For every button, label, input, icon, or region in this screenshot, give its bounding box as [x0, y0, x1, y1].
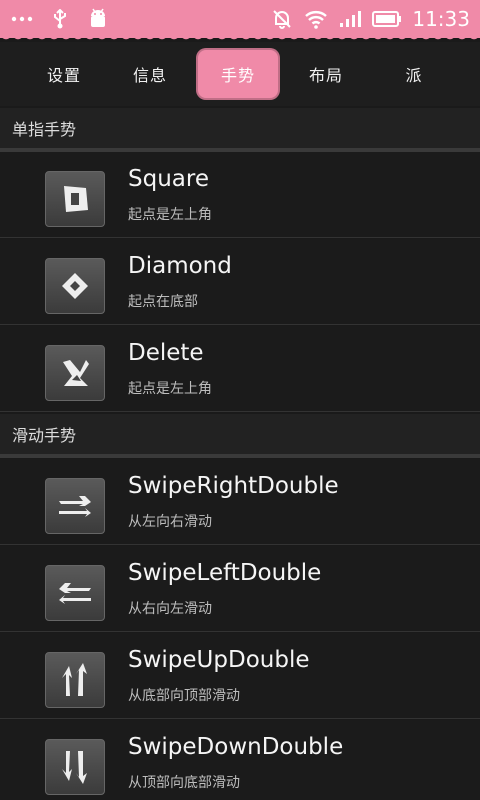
tab-bar: 设置 信息 手势 布局 派 — [0, 42, 480, 106]
gesture-subtitle: 起点是左上角 — [128, 207, 212, 223]
gesture-subtitle: 从左向右滑动 — [128, 514, 212, 530]
status-bar-scallop — [0, 34, 480, 42]
gesture-title: Delete — [128, 340, 204, 366]
overflow-dots-icon — [10, 8, 34, 30]
gesture-item-swipe-up-double[interactable]: SwipeUpDouble 从底部向顶部滑动 — [0, 633, 480, 719]
tab-gestures[interactable]: 手势 — [196, 48, 280, 100]
gesture-title: SwipeUpDouble — [128, 647, 310, 673]
gesture-subtitle: 从底部向顶部滑动 — [128, 688, 240, 704]
gesture-item-square[interactable]: Square 起点是左上角 — [0, 152, 480, 238]
tab-pie[interactable]: 派 — [372, 48, 456, 100]
gesture-item-swipe-left-double[interactable]: SwipeLeftDouble 从右向左滑动 — [0, 546, 480, 632]
tab-settings[interactable]: 设置 — [22, 48, 106, 100]
gesture-title: Square — [128, 166, 209, 192]
swipe-up-double-icon — [45, 652, 105, 708]
status-bar: 11:33 — [0, 0, 480, 38]
wifi-icon — [304, 8, 328, 30]
swipe-left-double-icon — [45, 565, 105, 621]
gesture-subtitle: 从右向左滑动 — [128, 601, 212, 617]
square-gesture-icon — [45, 171, 105, 227]
gesture-title: SwipeRightDouble — [128, 473, 339, 499]
usb-icon — [48, 8, 72, 30]
notifications-off-icon — [270, 8, 294, 30]
swipe-right-double-icon — [45, 478, 105, 534]
gesture-item-swipe-right-double[interactable]: SwipeRightDouble 从左向右滑动 — [0, 459, 480, 545]
gesture-item-delete[interactable]: Delete 起点是左上角 — [0, 326, 480, 412]
tab-info[interactable]: 信息 — [108, 48, 192, 100]
gesture-subtitle: 起点在底部 — [128, 294, 198, 310]
gesture-title: SwipeLeftDouble — [128, 560, 322, 586]
tab-layout[interactable]: 布局 — [284, 48, 368, 100]
section-divider — [0, 454, 480, 458]
delete-gesture-icon — [45, 345, 105, 401]
gesture-item-diamond[interactable]: Diamond 起点在底部 — [0, 239, 480, 325]
battery-icon — [372, 8, 402, 30]
gesture-item-swipe-down-double[interactable]: SwipeDownDouble 从顶部向底部滑动 — [0, 720, 480, 800]
gesture-title: Diamond — [128, 253, 232, 279]
section-header-single-finger: 单指手势 — [0, 108, 480, 148]
gesture-title: SwipeDownDouble — [128, 734, 344, 760]
status-time: 11:33 — [412, 7, 470, 31]
android-debug-icon — [86, 8, 110, 30]
gesture-subtitle: 从顶部向底部滑动 — [128, 775, 240, 791]
swipe-down-double-icon — [45, 739, 105, 795]
diamond-gesture-icon — [45, 258, 105, 314]
section-header-swipe: 滑动手势 — [0, 414, 480, 454]
signal-icon — [338, 8, 362, 30]
gesture-subtitle: 起点是左上角 — [128, 381, 212, 397]
